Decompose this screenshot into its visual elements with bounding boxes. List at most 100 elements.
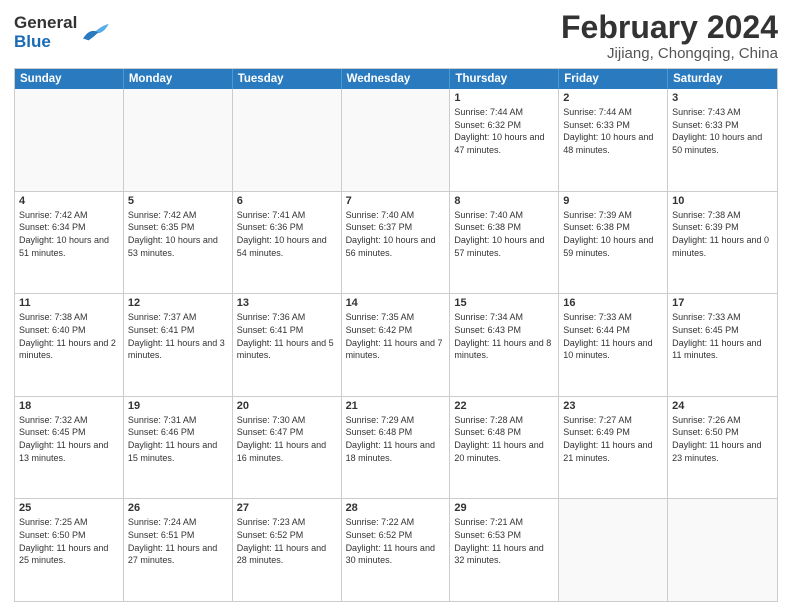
day-number: 28	[346, 502, 446, 514]
day-number: 21	[346, 400, 446, 412]
day-info: Sunrise: 7:43 AMSunset: 6:33 PMDaylight:…	[672, 106, 773, 156]
day-info: Sunrise: 7:27 AMSunset: 6:49 PMDaylight:…	[563, 414, 663, 464]
empty-cell	[559, 499, 668, 601]
day-info: Sunrise: 7:30 AMSunset: 6:47 PMDaylight:…	[237, 414, 337, 464]
day-number: 19	[128, 400, 228, 412]
weekday-header-saturday: Saturday	[668, 69, 777, 89]
weekday-header-tuesday: Tuesday	[233, 69, 342, 89]
weekday-header-monday: Monday	[124, 69, 233, 89]
day-info: Sunrise: 7:23 AMSunset: 6:52 PMDaylight:…	[237, 516, 337, 566]
day-cell-25: 25Sunrise: 7:25 AMSunset: 6:50 PMDayligh…	[15, 499, 124, 601]
day-number: 1	[454, 92, 554, 104]
day-cell-16: 16 Sunrise: 7:33 AMSunset: 6:44 PMDayligh…	[559, 294, 668, 396]
day-number: 12	[128, 297, 228, 309]
day-number: 15	[454, 297, 554, 309]
day-info: Sunrise: 7:40 AMSunset: 6:38 PMDaylight:…	[454, 209, 554, 259]
day-number: 4	[19, 195, 119, 207]
day-cell-11: 11Sunrise: 7:38 AMSunset: 6:40 PMDayligh…	[15, 294, 124, 396]
day-number: 26	[128, 502, 228, 514]
day-cell-9: 9 Sunrise: 7:39 AMSunset: 6:38 PMDaylight…	[559, 192, 668, 294]
day-info: Sunrise: 7:28 AMSunset: 6:48 PMDaylight:…	[454, 414, 554, 464]
day-cell-12: 12Sunrise: 7:37 AMSunset: 6:41 PMDayligh…	[124, 294, 233, 396]
day-info: Sunrise: 7:33 AMSunset: 6:44 PMDaylight:…	[563, 311, 663, 361]
day-info: Sunrise: 7:38 AMSunset: 6:40 PMDaylight:…	[19, 311, 119, 361]
day-cell-5: 5 Sunrise: 7:42 AMSunset: 6:35 PMDaylight…	[124, 192, 233, 294]
day-info: Sunrise: 7:32 AMSunset: 6:45 PMDaylight:…	[19, 414, 119, 464]
day-number: 23	[563, 400, 663, 412]
day-info: Sunrise: 7:29 AMSunset: 6:48 PMDaylight:…	[346, 414, 446, 464]
day-info: Sunrise: 7:24 AMSunset: 6:51 PMDaylight:…	[128, 516, 228, 566]
day-info: Sunrise: 7:31 AMSunset: 6:46 PMDaylight:…	[128, 414, 228, 464]
logo: General Blue	[14, 14, 109, 52]
logo-general: General	[14, 14, 77, 33]
day-cell-8: 8 Sunrise: 7:40 AMSunset: 6:38 PMDaylight…	[450, 192, 559, 294]
day-info: Sunrise: 7:36 AMSunset: 6:41 PMDaylight:…	[237, 311, 337, 361]
day-cell-18: 18 Sunrise: 7:32 AMSunset: 6:45 PMDayligh…	[15, 397, 124, 499]
weekday-header-wednesday: Wednesday	[342, 69, 451, 89]
calendar-row-2: 4 Sunrise: 7:42 AMSunset: 6:34 PMDaylight…	[15, 191, 777, 294]
day-info: Sunrise: 7:39 AMSunset: 6:38 PMDaylight:…	[563, 209, 663, 259]
logo-blue: Blue	[14, 33, 77, 52]
day-cell-15: 15 Sunrise: 7:34 AMSunset: 6:43 PMDayligh…	[450, 294, 559, 396]
day-cell-14: 14Sunrise: 7:35 AMSunset: 6:42 PMDayligh…	[342, 294, 451, 396]
day-cell-1: 1Sunrise: 7:44 AMSunset: 6:32 PMDaylight…	[450, 89, 559, 191]
day-info: Sunrise: 7:33 AMSunset: 6:45 PMDaylight:…	[672, 311, 773, 361]
empty-cell	[668, 499, 777, 601]
calendar-header: SundayMondayTuesdayWednesdayThursdayFrid…	[15, 69, 777, 89]
day-number: 29	[454, 502, 554, 514]
day-cell-3: 3 Sunrise: 7:43 AMSunset: 6:33 PMDaylight…	[668, 89, 777, 191]
day-number: 7	[346, 195, 446, 207]
day-info: Sunrise: 7:44 AMSunset: 6:33 PMDaylight:…	[563, 106, 663, 156]
day-cell-10: 10Sunrise: 7:38 AMSunset: 6:39 PMDayligh…	[668, 192, 777, 294]
day-number: 5	[128, 195, 228, 207]
day-cell-17: 17 Sunrise: 7:33 AMSunset: 6:45 PMDayligh…	[668, 294, 777, 396]
day-cell-26: 26 Sunrise: 7:24 AMSunset: 6:51 PMDayligh…	[124, 499, 233, 601]
day-cell-23: 23 Sunrise: 7:27 AMSunset: 6:49 PMDayligh…	[559, 397, 668, 499]
day-number: 2	[563, 92, 663, 104]
day-cell-21: 21 Sunrise: 7:29 AMSunset: 6:48 PMDayligh…	[342, 397, 451, 499]
day-number: 3	[672, 92, 773, 104]
day-cell-29: 29 Sunrise: 7:21 AMSunset: 6:53 PMDayligh…	[450, 499, 559, 601]
day-info: Sunrise: 7:34 AMSunset: 6:43 PMDaylight:…	[454, 311, 554, 361]
day-cell-24: 24 Sunrise: 7:26 AMSunset: 6:50 PMDayligh…	[668, 397, 777, 499]
calendar-row-1: 1Sunrise: 7:44 AMSunset: 6:32 PMDaylight…	[15, 89, 777, 191]
day-number: 22	[454, 400, 554, 412]
day-number: 20	[237, 400, 337, 412]
calendar-row-5: 25Sunrise: 7:25 AMSunset: 6:50 PMDayligh…	[15, 498, 777, 601]
day-number: 13	[237, 297, 337, 309]
title-area: February 2024 Jijiang, Chongqing, China	[561, 10, 778, 62]
empty-cell	[15, 89, 124, 191]
day-cell-28: 28 Sunrise: 7:22 AMSunset: 6:52 PMDayligh…	[342, 499, 451, 601]
day-number: 25	[19, 502, 119, 514]
day-number: 18	[19, 400, 119, 412]
calendar-location: Jijiang, Chongqing, China	[561, 45, 778, 62]
calendar-row-3: 11Sunrise: 7:38 AMSunset: 6:40 PMDayligh…	[15, 293, 777, 396]
weekday-header-thursday: Thursday	[450, 69, 559, 89]
day-cell-27: 27 Sunrise: 7:23 AMSunset: 6:52 PMDayligh…	[233, 499, 342, 601]
day-info: Sunrise: 7:38 AMSunset: 6:39 PMDaylight:…	[672, 209, 773, 259]
day-cell-6: 6Sunrise: 7:41 AMSunset: 6:36 PMDaylight…	[233, 192, 342, 294]
logo-bird-icon	[81, 22, 109, 44]
weekday-header-sunday: Sunday	[15, 69, 124, 89]
day-info: Sunrise: 7:35 AMSunset: 6:42 PMDaylight:…	[346, 311, 446, 361]
day-info: Sunrise: 7:26 AMSunset: 6:50 PMDaylight:…	[672, 414, 773, 464]
day-number: 24	[672, 400, 773, 412]
day-cell-19: 19 Sunrise: 7:31 AMSunset: 6:46 PMDayligh…	[124, 397, 233, 499]
day-info: Sunrise: 7:21 AMSunset: 6:53 PMDaylight:…	[454, 516, 554, 566]
day-number: 9	[563, 195, 663, 207]
calendar-body: 1Sunrise: 7:44 AMSunset: 6:32 PMDaylight…	[15, 89, 777, 601]
day-info: Sunrise: 7:22 AMSunset: 6:52 PMDaylight:…	[346, 516, 446, 566]
day-cell-13: 13 Sunrise: 7:36 AMSunset: 6:41 PMDayligh…	[233, 294, 342, 396]
day-number: 17	[672, 297, 773, 309]
day-cell-7: 7 Sunrise: 7:40 AMSunset: 6:37 PMDaylight…	[342, 192, 451, 294]
day-number: 8	[454, 195, 554, 207]
day-cell-20: 20 Sunrise: 7:30 AMSunset: 6:47 PMDayligh…	[233, 397, 342, 499]
day-info: Sunrise: 7:40 AMSunset: 6:37 PMDaylight:…	[346, 209, 446, 259]
empty-cell	[233, 89, 342, 191]
day-number: 27	[237, 502, 337, 514]
day-cell-2: 2 Sunrise: 7:44 AMSunset: 6:33 PMDaylight…	[559, 89, 668, 191]
day-info: Sunrise: 7:42 AMSunset: 6:35 PMDaylight:…	[128, 209, 228, 259]
day-info: Sunrise: 7:42 AMSunset: 6:34 PMDaylight:…	[19, 209, 119, 259]
empty-cell	[124, 89, 233, 191]
day-number: 16	[563, 297, 663, 309]
